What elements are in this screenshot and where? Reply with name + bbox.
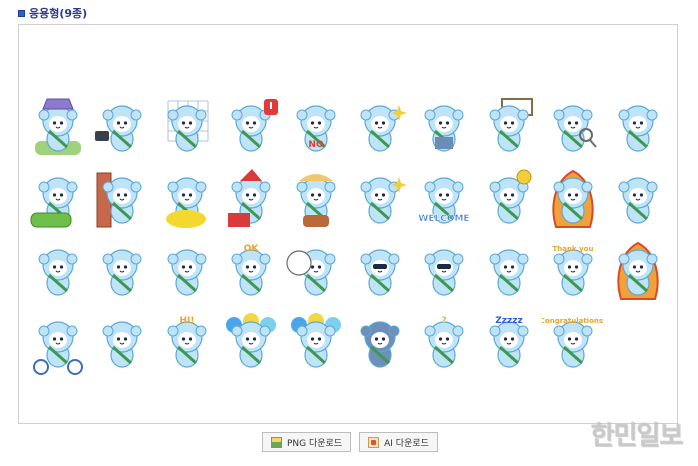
sticker-text: NO [308, 140, 324, 150]
sticker-camera-mascot [91, 95, 153, 161]
sticker-fire-angry-mascot [542, 167, 604, 233]
sticker-text: HI! [179, 316, 194, 326]
sticker-jump-mascot [91, 239, 153, 305]
sticker-fan-mascot [27, 239, 89, 305]
sticker-purple-hat-mascot [27, 95, 89, 161]
sticker-text: Thank you [553, 245, 594, 253]
sticker-ok-mascot: OK [220, 239, 282, 305]
sticker-wave-mascot [607, 95, 669, 161]
sticker-preview-panel: NO WELCOME OK Thank you HI!? Zzzzz Congratulat… [18, 24, 678, 424]
ai-download-label: AI 다운로드 [384, 438, 429, 449]
sticker-shopping-mascot [413, 239, 475, 305]
sticker-text: OK [244, 244, 260, 254]
sticker-no-mascot: NO [285, 95, 347, 161]
sticker-exclaim-mascot [220, 95, 282, 161]
sticker-balloon-small-mascot [285, 311, 347, 377]
download-bar: PNG 다운로드 AI 다운로드 [262, 432, 438, 452]
sticker-magnifier-mascot [542, 95, 604, 161]
ai-file-icon [368, 436, 380, 448]
sticker-text: WELCOME [419, 214, 470, 224]
image-file-icon [271, 436, 282, 448]
sticker-grid-window-mascot [156, 95, 218, 161]
ai-download-button[interactable]: AI 다운로드 [359, 432, 438, 452]
sticker-burnout-mascot [607, 239, 669, 305]
sticker-hi-mascot: HI! [156, 311, 218, 377]
sticker-harvest-mascot [285, 167, 347, 233]
sticker-sparkle-mascot [349, 95, 411, 161]
sticker-yellow-blob-mascot [156, 167, 218, 233]
sticker-door-peek-mascot [91, 167, 153, 233]
sticker-santa-gift-mascot [220, 167, 282, 233]
sticker-sleepy-mascot: Zzzzz [478, 311, 540, 377]
sticker-text: Congratulations! [542, 317, 604, 325]
sticker-sweep-mascot [478, 239, 540, 305]
sticker-text: ? [442, 316, 447, 326]
sticker-car-mascot [27, 167, 89, 233]
sticker-question-mascot: ? [413, 311, 475, 377]
sticker-sign-mascot [478, 95, 540, 161]
sticker-speech-bubble-mascot [285, 239, 347, 305]
sticker-sad-mascot [349, 311, 411, 377]
sticker-sunglasses-mascot [349, 239, 411, 305]
png-download-label: PNG 다운로드 [287, 438, 343, 449]
sticker-balloon-mascot [220, 311, 282, 377]
sticker-mask-mascot [156, 239, 218, 305]
sticker-shy-mascot [607, 167, 669, 233]
sticker-run-mascot [91, 311, 153, 377]
section-title: 응용형(9종) [29, 7, 88, 20]
sticker-text: Zzzzz [495, 316, 522, 326]
sticker-sleep-idea-mascot [478, 167, 540, 233]
sticker-thank-you-mascot: Thank you [542, 239, 604, 305]
watermark-logo: 한민일보 [590, 421, 683, 451]
png-download-button[interactable]: PNG 다운로드 [262, 432, 352, 452]
sticker-cheer-mascot [349, 167, 411, 233]
sticker-book-mascot [413, 95, 475, 161]
sticker-congrats-mascot: Congratulations! [542, 311, 604, 377]
bullet-square-icon [18, 9, 25, 17]
section-header: 응용형(9종) [18, 5, 87, 21]
sticker-bicycle-mascot [27, 311, 89, 377]
sticker-welcome-mascot: WELCOME [413, 167, 475, 233]
sticker-grid: NO WELCOME OK Thank you HI!? Zzzzz Congratulat… [27, 95, 671, 385]
